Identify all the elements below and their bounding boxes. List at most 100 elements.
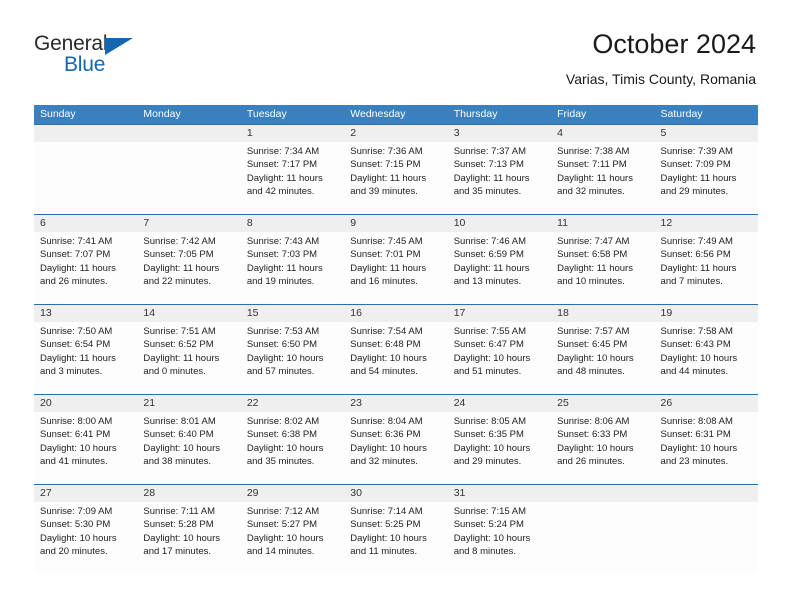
sunrise-text: Sunrise: 8:05 AM — [453, 416, 527, 427]
sunset-text: Sunset: 6:43 PM — [660, 339, 731, 351]
logo-triangle-icon — [105, 38, 133, 55]
day-cell[interactable]: Sunrise: 8:05 AM Sunset: 6:35 PM Dayligh… — [448, 412, 551, 484]
day-number: 2 — [350, 127, 357, 139]
day-cell[interactable]: Sunrise: 7:42 AM Sunset: 7:05 PM Dayligh… — [137, 232, 240, 304]
day-number-band: 1 2 3 4 5 — [34, 125, 758, 142]
daylight-text: Daylight: 10 hours and 29 minutes. — [453, 442, 531, 467]
daylight-text: Daylight: 10 hours and 26 minutes. — [557, 442, 634, 467]
day-number: 1 — [246, 127, 253, 139]
week-row: 1 2 3 4 5 Sunrise: 7:34 AM Sunset: 7:17 … — [34, 124, 758, 214]
sunset-text: Sunset: 7:17 PM — [246, 159, 318, 171]
daylight-text: Daylight: 10 hours and 51 minutes. — [453, 352, 531, 377]
day-cell[interactable] — [551, 502, 654, 574]
day-cell[interactable] — [137, 142, 240, 214]
day-cell[interactable] — [34, 142, 137, 214]
day-number: 25 — [557, 397, 569, 409]
page-title: October 2024 — [592, 29, 756, 59]
day-cell[interactable]: Sunrise: 7:41 AM Sunset: 7:07 PM Dayligh… — [34, 232, 137, 304]
page-subtitle: Varias, Timis County, Romania — [565, 71, 756, 87]
day-number: 7 — [143, 217, 150, 229]
day-number: 6 — [40, 217, 46, 229]
daylight-text: Daylight: 11 hours and 19 minutes. — [246, 262, 323, 287]
day-cell[interactable]: Sunrise: 7:49 AM Sunset: 6:56 PM Dayligh… — [655, 232, 758, 304]
day-number: 31 — [453, 487, 466, 499]
day-number: 19 — [660, 307, 673, 319]
day-number: 24 — [453, 397, 466, 409]
sunset-text: Sunset: 6:47 PM — [453, 339, 524, 351]
page-header: General Blue October 2024 Varias, Timis … — [0, 0, 792, 100]
day-number: 12 — [660, 217, 673, 229]
daylight-text: Daylight: 11 hours and 16 minutes. — [350, 262, 427, 287]
sunrise-text: Sunrise: 7:41 AM — [40, 236, 113, 247]
weekday-header-monday: Monday — [143, 108, 181, 120]
day-cell[interactable]: Sunrise: 7:39 AM Sunset: 7:09 PM Dayligh… — [655, 142, 758, 214]
daylight-text: Daylight: 10 hours and 54 minutes. — [350, 352, 427, 377]
day-cell[interactable]: Sunrise: 8:06 AM Sunset: 6:33 PM Dayligh… — [551, 412, 654, 484]
sunrise-text: Sunrise: 8:06 AM — [557, 416, 630, 427]
day-number: 4 — [557, 127, 563, 139]
day-cell[interactable]: Sunrise: 7:14 AM Sunset: 5:25 PM Dayligh… — [344, 502, 447, 574]
sunset-text: Sunset: 7:09 PM — [660, 159, 731, 171]
day-cell[interactable]: Sunrise: 7:36 AM Sunset: 7:15 PM Dayligh… — [344, 142, 447, 214]
day-cell[interactable]: Sunrise: 7:46 AM Sunset: 6:59 PM Dayligh… — [448, 232, 551, 304]
daylight-text: Daylight: 11 hours and 3 minutes. — [40, 352, 116, 377]
sunrise-text: Sunrise: 7:43 AM — [246, 236, 320, 247]
day-cell[interactable]: Sunrise: 8:01 AM Sunset: 6:40 PM Dayligh… — [137, 412, 240, 484]
sunrise-text: Sunrise: 7:45 AM — [350, 236, 423, 247]
sunrise-text: Sunrise: 7:49 AM — [660, 236, 733, 247]
day-cell[interactable]: Sunrise: 7:47 AM Sunset: 6:58 PM Dayligh… — [551, 232, 654, 304]
sunset-text: Sunset: 5:28 PM — [143, 519, 214, 531]
day-number: 20 — [40, 397, 52, 409]
weekday-header-friday: Friday — [557, 108, 587, 120]
day-cell[interactable]: Sunrise: 7:54 AM Sunset: 6:48 PM Dayligh… — [344, 322, 447, 394]
sunrise-text: Sunrise: 7:50 AM — [40, 326, 113, 337]
day-number: 23 — [350, 397, 362, 409]
day-details-row: Sunrise: 7:34 AM Sunset: 7:17 PM Dayligh… — [34, 142, 758, 214]
daylight-text: Daylight: 11 hours and 39 minutes. — [350, 172, 427, 197]
day-cell[interactable]: Sunrise: 8:08 AM Sunset: 6:31 PM Dayligh… — [655, 412, 758, 484]
day-cell[interactable]: Sunrise: 7:38 AM Sunset: 7:11 PM Dayligh… — [551, 142, 654, 214]
day-cell[interactable]: Sunrise: 7:45 AM Sunset: 7:01 PM Dayligh… — [344, 232, 447, 304]
day-cell[interactable]: Sunrise: 7:51 AM Sunset: 6:52 PM Dayligh… — [137, 322, 240, 394]
day-cell[interactable]: Sunrise: 7:37 AM Sunset: 7:13 PM Dayligh… — [448, 142, 551, 214]
sunrise-text: Sunrise: 7:47 AM — [557, 236, 630, 247]
sunset-text: Sunset: 6:33 PM — [557, 429, 628, 441]
sunrise-text: Sunrise: 7:57 AM — [557, 326, 630, 337]
sunset-text: Sunset: 7:13 PM — [453, 159, 524, 171]
sunrise-text: Sunrise: 8:08 AM — [660, 416, 733, 427]
sunrise-text: Sunrise: 7:36 AM — [350, 146, 423, 157]
day-number: 22 — [246, 397, 259, 409]
day-cell[interactable]: Sunrise: 7:43 AM Sunset: 7:03 PM Dayligh… — [241, 232, 344, 304]
day-details-row: Sunrise: 7:09 AM Sunset: 5:30 PM Dayligh… — [34, 502, 758, 574]
sunset-text: Sunset: 6:41 PM — [40, 429, 111, 441]
day-cell[interactable]: Sunrise: 7:57 AM Sunset: 6:45 PM Dayligh… — [551, 322, 654, 394]
day-number — [34, 125, 137, 142]
day-cell[interactable]: Sunrise: 7:34 AM Sunset: 7:17 PM Dayligh… — [241, 142, 344, 214]
calendar-page: General Blue October 2024 Varias, Timis … — [0, 0, 792, 612]
sunrise-text: Sunrise: 8:00 AM — [40, 416, 113, 427]
day-cell[interactable]: Sunrise: 7:09 AM Sunset: 5:30 PM Dayligh… — [34, 502, 137, 574]
day-cell[interactable]: Sunrise: 8:02 AM Sunset: 6:38 PM Dayligh… — [241, 412, 344, 484]
weekday-header-wednesday: Wednesday — [350, 108, 406, 120]
day-cell[interactable]: Sunrise: 7:12 AM Sunset: 5:27 PM Dayligh… — [241, 502, 344, 574]
day-cell[interactable]: Sunrise: 7:58 AM Sunset: 6:43 PM Dayligh… — [655, 322, 758, 394]
day-cell[interactable]: Sunrise: 7:53 AM Sunset: 6:50 PM Dayligh… — [241, 322, 344, 394]
day-number: 3 — [453, 127, 460, 139]
day-cell[interactable]: Sunrise: 8:04 AM Sunset: 6:36 PM Dayligh… — [344, 412, 447, 484]
day-cell[interactable]: Sunrise: 7:15 AM Sunset: 5:24 PM Dayligh… — [448, 502, 551, 574]
sunrise-text: Sunrise: 7:37 AM — [453, 146, 527, 157]
day-number — [655, 485, 758, 502]
day-cell[interactable]: Sunrise: 8:00 AM Sunset: 6:41 PM Dayligh… — [34, 412, 137, 484]
day-cell[interactable]: Sunrise: 7:50 AM Sunset: 6:54 PM Dayligh… — [34, 322, 137, 394]
sunset-text: Sunset: 5:24 PM — [453, 519, 524, 531]
day-cell[interactable]: Sunrise: 7:55 AM Sunset: 6:47 PM Dayligh… — [448, 322, 551, 394]
sunset-text: Sunset: 7:15 PM — [350, 159, 421, 171]
day-cell[interactable]: Sunrise: 7:11 AM Sunset: 5:28 PM Dayligh… — [137, 502, 240, 574]
daylight-text: Daylight: 11 hours and 13 minutes. — [453, 262, 530, 287]
day-number: 18 — [557, 307, 569, 319]
day-number: 14 — [143, 307, 156, 319]
day-cell[interactable] — [655, 502, 758, 574]
daylight-text: Daylight: 10 hours and 17 minutes. — [143, 532, 220, 557]
day-number: 5 — [660, 127, 667, 139]
daylight-text: Daylight: 11 hours and 35 minutes. — [453, 172, 530, 197]
